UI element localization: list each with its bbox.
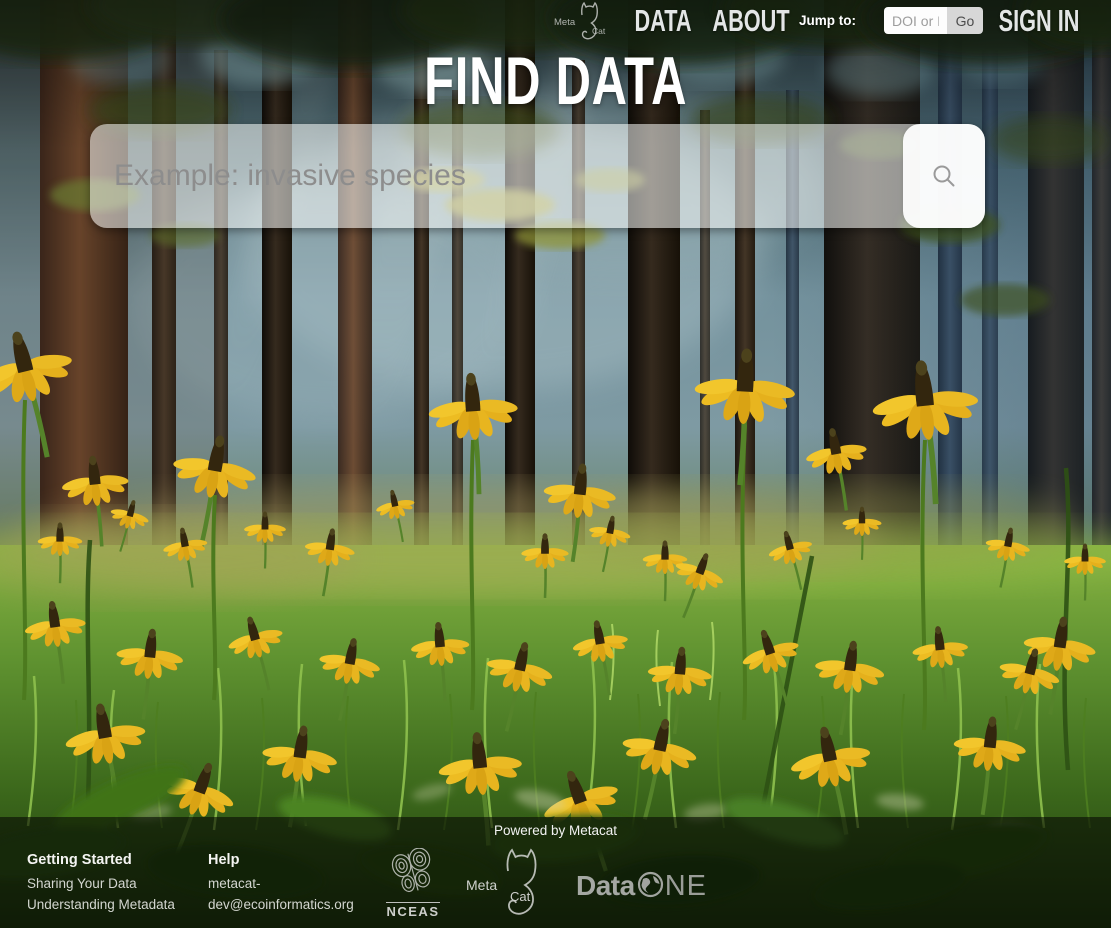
go-button[interactable]: Go	[947, 7, 983, 34]
nceas-logo-text: NCEAS	[386, 902, 439, 919]
dataone-logo-data-text: Data	[576, 870, 635, 902]
search-input[interactable]	[90, 124, 890, 228]
jump-to-label: Jump to:	[799, 13, 856, 28]
metacat-logo[interactable]: Meta Cat	[552, 1, 614, 48]
help-heading: Help	[208, 852, 363, 868]
search-button[interactable]	[903, 124, 985, 228]
dataone-logo-ne-text: NE	[665, 870, 707, 903]
link-sharing-your-data[interactable]: Sharing Your Data	[27, 874, 197, 895]
nceas-logo[interactable]: NCEAS	[386, 848, 440, 919]
logo-cat-text: Cat	[592, 26, 606, 36]
page-title: FIND DATA	[0, 42, 1111, 120]
nav-link-data[interactable]: DATA	[634, 0, 691, 42]
nav-link-sign-in[interactable]: SIGN IN	[999, 0, 1080, 42]
metacat-footer-logo[interactable]: Meta Cat	[466, 845, 550, 921]
link-understanding-metadata[interactable]: Understanding Metadata	[27, 895, 197, 916]
powered-by-text: Powered by Metacat	[0, 823, 1111, 838]
footer-column-getting-started: Getting Started Sharing Your Data Unders…	[27, 852, 197, 916]
nav-link-about[interactable]: ABOUT	[712, 0, 789, 42]
logo-meta-text: Meta	[554, 17, 576, 28]
link-metacat-dev-email[interactable]: metacat-dev@ecoinformatics.org	[208, 874, 363, 916]
metacat-landing-page: Meta Cat DATA ABOUT Jump to: Go SIGN IN …	[0, 0, 1111, 928]
search-box	[90, 124, 985, 228]
nceas-butterfly-icon	[386, 848, 440, 901]
metacat-logo-cat-text: Cat	[510, 889, 530, 904]
footer-logos: NCEAS Meta Cat Data NE	[386, 843, 707, 923]
top-navigation-bar: Meta Cat DATA ABOUT Jump to: Go SIGN IN	[0, 0, 1111, 46]
dataone-globe-icon	[635, 869, 665, 903]
dataone-logo[interactable]: Data NE	[576, 869, 707, 903]
doi-or-id-input[interactable]	[884, 7, 947, 34]
metacat-logo-meta-text: Meta	[466, 877, 497, 893]
footer: Powered by Metacat Getting Started Shari…	[0, 817, 1111, 928]
footer-column-help: Help metacat-dev@ecoinformatics.org	[208, 852, 363, 916]
getting-started-heading: Getting Started	[27, 852, 197, 868]
search-icon	[903, 161, 985, 191]
